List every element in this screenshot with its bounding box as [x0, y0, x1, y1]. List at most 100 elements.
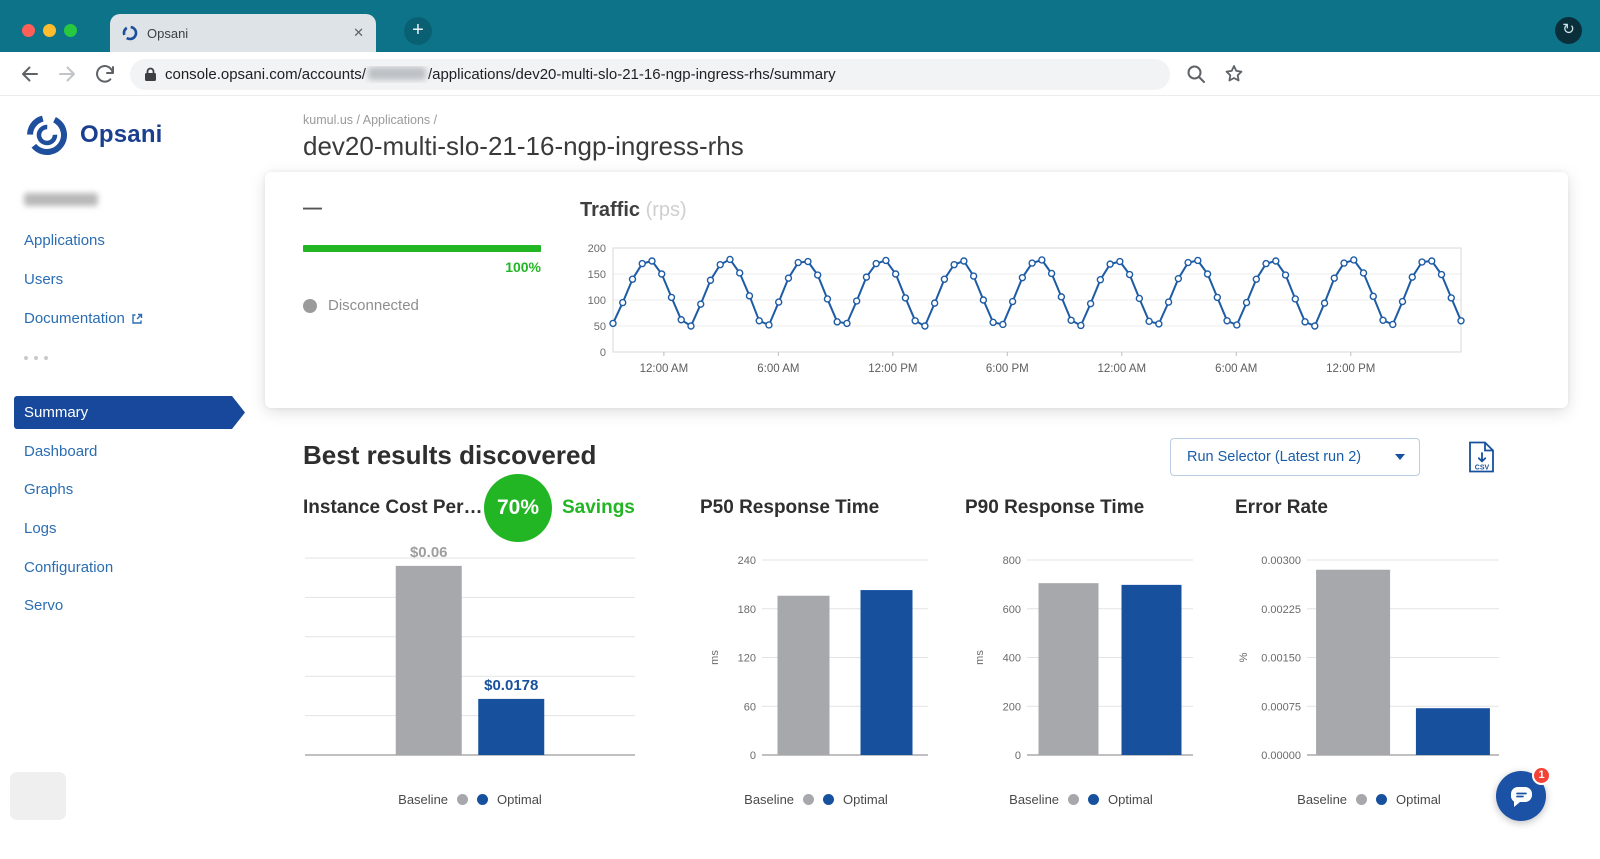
- sidebar-item-configuration[interactable]: Configuration: [24, 559, 113, 576]
- url-text: console.opsani.com/accounts/ /application…: [165, 66, 836, 83]
- legend-optimal-label: Optimal: [1108, 792, 1153, 807]
- svg-text:120: 120: [738, 653, 756, 665]
- blurred-account-name: [24, 193, 98, 206]
- page-title: dev20-multi-slo-21-16-ngp-ingress-rhs: [303, 131, 744, 162]
- nav-item-label: Summary: [24, 404, 88, 421]
- p90-chart-title: P90 Response Time: [965, 497, 1144, 519]
- instance-cost-bar-chart: $0.06$0.0178: [303, 540, 637, 765]
- p50-chart-title: P50 Response Time: [700, 497, 879, 519]
- p90-chart-legend: Baseline Optimal: [965, 792, 1197, 807]
- p50-response-bar-chart: 060120180240ms: [700, 540, 932, 765]
- bookmark-star-icon[interactable]: [1222, 62, 1246, 86]
- svg-text:200: 200: [1003, 701, 1021, 713]
- address-bar[interactable]: console.opsani.com/accounts/ /application…: [130, 59, 1170, 90]
- back-icon[interactable]: [18, 62, 42, 86]
- csv-download-icon[interactable]: CSV: [1468, 441, 1496, 473]
- svg-text:240: 240: [738, 555, 756, 567]
- error-chart-title: Error Rate: [1235, 497, 1328, 519]
- svg-text:60: 60: [744, 701, 756, 713]
- svg-text:12:00 PM: 12:00 PM: [868, 363, 917, 375]
- sidebar-item-summary[interactable]: Summary: [14, 396, 245, 429]
- legend-optimal-label: Optimal: [843, 792, 888, 807]
- run-selector-dropdown[interactable]: Run Selector (Latest run 2): [1170, 438, 1420, 476]
- svg-text:180: 180: [738, 604, 756, 616]
- chevron-down-icon: [1395, 454, 1405, 460]
- run-selector-label: Run Selector (Latest run 2): [1187, 449, 1395, 465]
- sidebar-item-applications[interactable]: Applications: [24, 232, 105, 249]
- external-link-icon: [131, 313, 143, 325]
- legend-optimal-label: Optimal: [1396, 792, 1441, 807]
- tooltip-remnant: [10, 772, 66, 820]
- collapse-card-button[interactable]: —: [303, 198, 322, 220]
- sidebar-divider-dots: [24, 356, 48, 360]
- sidebar-item-users[interactable]: Users: [24, 271, 63, 288]
- sidebar-link-label: Users: [24, 271, 63, 288]
- optimal-dot-icon: [823, 794, 834, 805]
- legend-baseline-label: Baseline: [1297, 792, 1347, 807]
- new-tab-button[interactable]: +: [404, 17, 432, 45]
- svg-text:800: 800: [1003, 555, 1021, 567]
- baseline-dot-icon: [1356, 794, 1367, 805]
- window-zoom-button[interactable]: [64, 24, 77, 37]
- browser-tab[interactable]: Opsani ✕: [110, 14, 376, 52]
- svg-text:0.00225: 0.00225: [1261, 604, 1301, 616]
- error-rate-bar-chart: 0.000000.000750.001500.002250.00300%: [1235, 540, 1503, 765]
- status-label: Disconnected: [328, 297, 419, 314]
- legend-baseline-label: Baseline: [1009, 792, 1059, 807]
- opsani-logo[interactable]: Opsani: [24, 112, 163, 158]
- sidebar-item-servo[interactable]: Servo: [24, 597, 63, 614]
- svg-text:0.00075: 0.00075: [1261, 701, 1301, 713]
- forward-icon[interactable]: [55, 62, 79, 86]
- traffic-unit-text: (rps): [646, 199, 687, 221]
- brand-name: Opsani: [80, 121, 163, 149]
- zoom-search-icon[interactable]: [1184, 62, 1208, 86]
- sidebar-link-label: Documentation: [24, 310, 125, 327]
- chat-notification-badge: 1: [1532, 766, 1551, 785]
- legend-optimal-label: Optimal: [497, 792, 542, 807]
- tab-title: Opsani: [147, 26, 344, 41]
- sidebar-item-documentation[interactable]: Documentation: [24, 310, 143, 327]
- results-heading: Best results discovered: [303, 440, 596, 471]
- progress-percent: 100%: [303, 259, 541, 275]
- optimal-dot-icon: [477, 794, 488, 805]
- lock-icon[interactable]: [144, 67, 157, 82]
- svg-text:400: 400: [1003, 653, 1021, 665]
- window-close-button[interactable]: [22, 24, 35, 37]
- svg-text:12:00 AM: 12:00 AM: [1098, 363, 1147, 375]
- svg-text:12:00 AM: 12:00 AM: [640, 363, 689, 375]
- progress-bar: [303, 245, 541, 252]
- breadcrumb[interactable]: kumul.us / Applications /: [303, 113, 437, 127]
- sidebar-item-logs[interactable]: Logs: [24, 520, 57, 537]
- status-dot-icon: [303, 299, 317, 313]
- tab-close-icon[interactable]: ✕: [353, 25, 364, 41]
- legend-baseline-label: Baseline: [398, 792, 448, 807]
- svg-text:%: %: [1238, 652, 1250, 662]
- connection-status: Disconnected: [303, 297, 419, 314]
- sidebar-link-label: Applications: [24, 232, 105, 249]
- svg-text:CSV: CSV: [1475, 465, 1490, 472]
- legend-baseline-label: Baseline: [744, 792, 794, 807]
- svg-text:200: 200: [588, 243, 606, 255]
- window-minimize-button[interactable]: [43, 24, 56, 37]
- optimal-dot-icon: [1376, 794, 1387, 805]
- svg-text:0: 0: [1015, 750, 1021, 762]
- svg-text:12:00 PM: 12:00 PM: [1326, 363, 1375, 375]
- browser-profile-icon[interactable]: ↻: [1555, 17, 1582, 44]
- browser-window: Opsani ✕ + ↻ console.opsani.com/accounts…: [0, 0, 1600, 859]
- cost-chart-title: Instance Cost Per…: [303, 497, 483, 519]
- svg-text:0.00150: 0.00150: [1261, 653, 1301, 665]
- optimal-dot-icon: [1088, 794, 1099, 805]
- url-prefix: console.opsani.com/accounts/: [165, 66, 366, 83]
- traffic-title-text: Traffic: [580, 199, 640, 221]
- browser-toolbar: console.opsani.com/accounts/ /application…: [0, 52, 1600, 96]
- sidebar-item-dashboard[interactable]: Dashboard: [24, 443, 97, 460]
- reload-icon[interactable]: [93, 62, 117, 86]
- url-suffix: /applications/dev20-multi-slo-21-16-ngp-…: [428, 66, 836, 83]
- opsani-favicon-icon: [122, 25, 138, 41]
- browser-title-bar: Opsani ✕ + ↻: [0, 0, 1600, 52]
- svg-text:150: 150: [588, 269, 606, 281]
- chat-bubble-icon: [1508, 784, 1535, 809]
- traffic-line-chart: 05010015020012:00 AM6:00 AM12:00 PM6:00 …: [577, 236, 1467, 386]
- cost-chart-legend: Baseline Optimal: [303, 792, 637, 807]
- sidebar-item-graphs[interactable]: Graphs: [24, 481, 73, 498]
